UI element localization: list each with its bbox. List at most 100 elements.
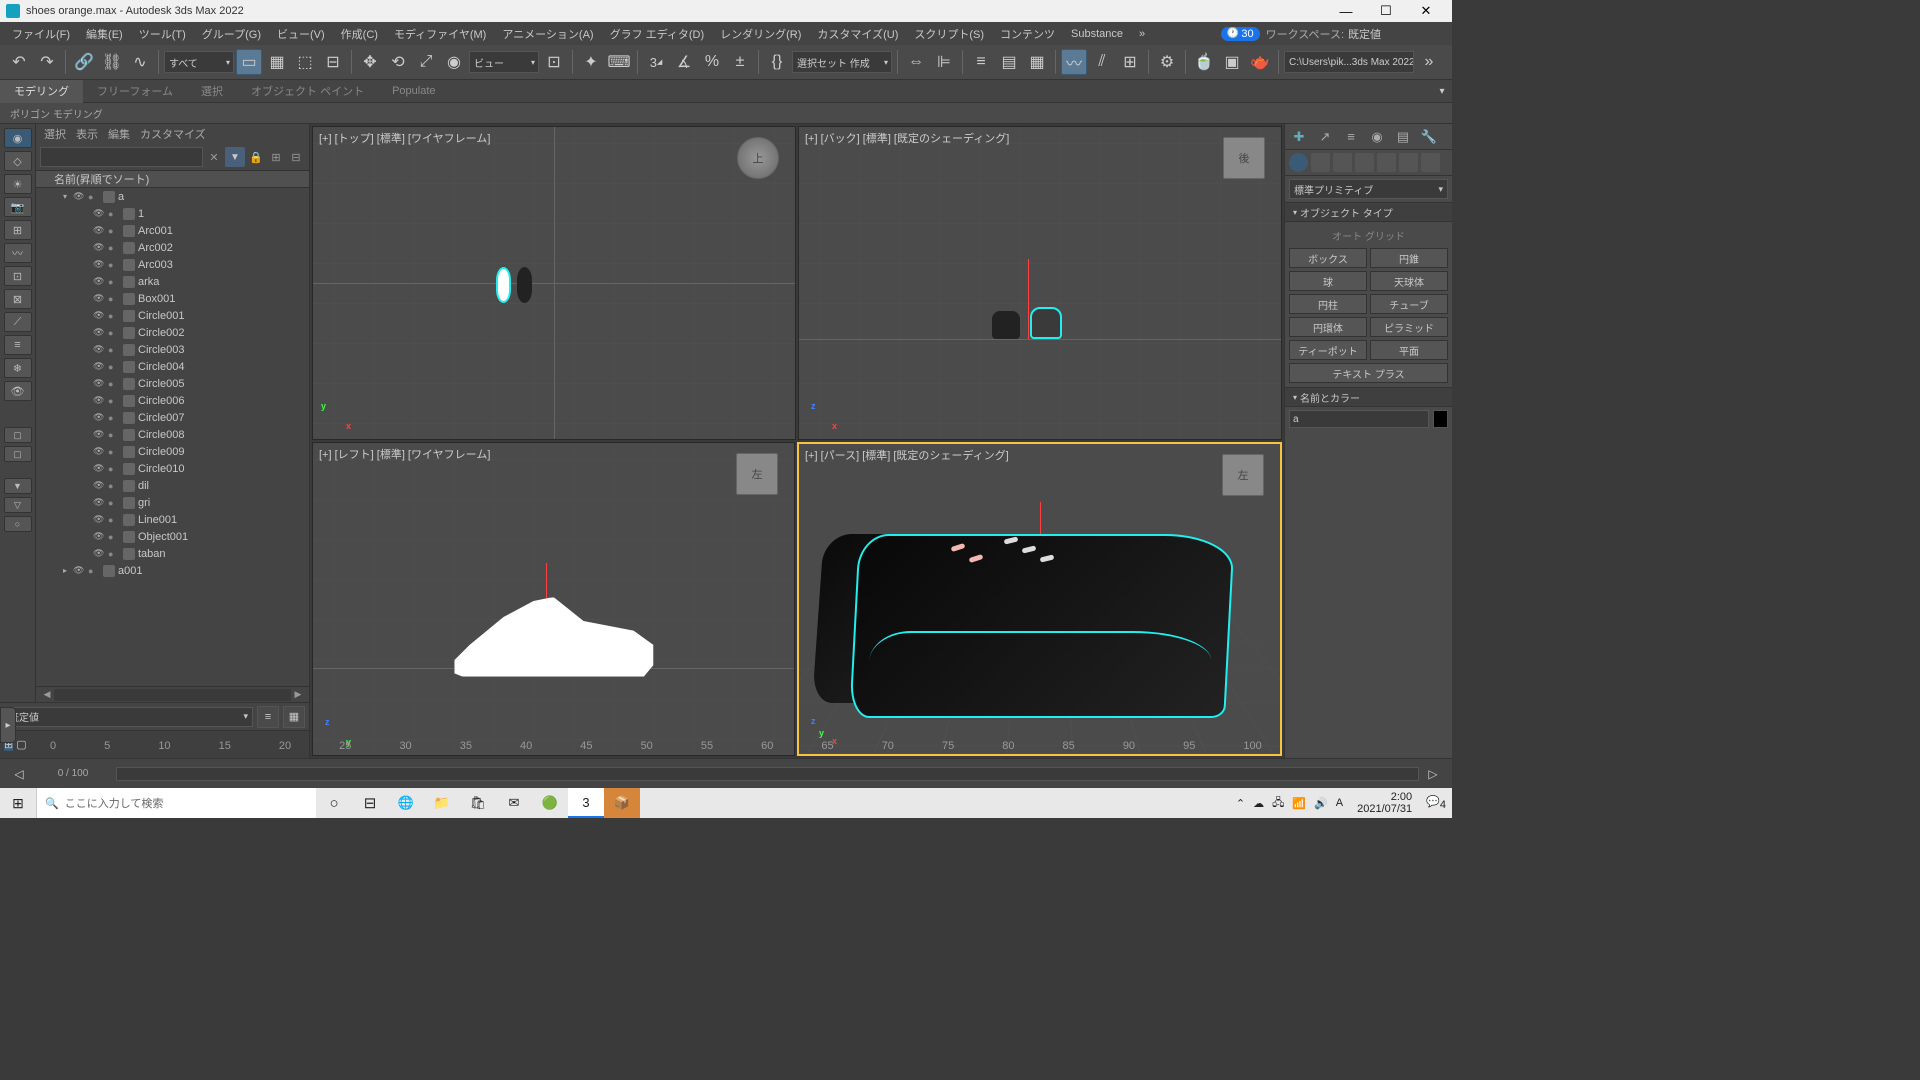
scene-search-input[interactable] (40, 147, 203, 167)
tray-up-icon[interactable]: ⌃ (1236, 797, 1245, 810)
time-slider-track[interactable] (116, 767, 1419, 781)
percent-snap-button[interactable]: % (699, 49, 725, 75)
primitive-button[interactable]: 円錐 (1370, 248, 1448, 268)
opt5-icon[interactable]: ○ (4, 516, 32, 532)
redo-button[interactable]: ↷ (34, 49, 60, 75)
manipulate-button[interactable]: ✦ (578, 49, 604, 75)
layer-button[interactable]: ≡ (968, 49, 994, 75)
selection-filter-combo[interactable]: すべて (164, 51, 234, 73)
layer-toggle-icon[interactable]: ≡ (257, 706, 279, 728)
shapes-cat-icon[interactable] (1311, 153, 1330, 172)
expand-icon[interactable]: ⊞ (267, 148, 285, 166)
list-item[interactable]: 👁●1 (36, 205, 309, 222)
viewport-single-button[interactable]: ▢ (16, 738, 26, 751)
taskbar-search[interactable]: 🔍 ここに入力して検索 (36, 788, 316, 818)
menu-item[interactable]: コンテンツ (992, 22, 1063, 45)
menu-item[interactable]: グラフ エディタ(D) (602, 22, 713, 45)
viewport-top[interactable]: [+] [トップ] [標準] [ワイヤフレーム] 上 yx (312, 126, 796, 440)
selection-set-combo[interactable]: 選択セット 作成 (792, 51, 892, 73)
store-icon[interactable]: 🛍 (460, 788, 496, 818)
material-button[interactable]: ⚙ (1154, 49, 1180, 75)
file-path[interactable]: C:\Users\pik...3ds Max 2022 (1284, 51, 1414, 73)
scale-button[interactable]: ⤢ (413, 49, 439, 75)
list-item[interactable]: 👁●Circle002 (36, 324, 309, 341)
keyboard-button[interactable]: ⌨ (606, 49, 632, 75)
bind-button[interactable]: ∿ (127, 49, 153, 75)
filter-lights-icon[interactable]: ☀ (4, 174, 32, 194)
scene-explorer-button[interactable]: ▤ (996, 49, 1022, 75)
display-all-icon[interactable]: 👁 (4, 381, 32, 401)
render-button[interactable]: 🫖 (1247, 49, 1273, 75)
filter-misc-icon[interactable]: ≡ (4, 335, 32, 355)
primitive-button[interactable]: 円柱 (1289, 294, 1367, 314)
chrome-icon[interactable]: 🟢 (532, 788, 568, 818)
scene-list-header[interactable]: 名前(昇順でソート) (36, 170, 309, 188)
ribbon-button[interactable]: ▦ (1024, 49, 1050, 75)
next-key-button[interactable]: ▷ (1422, 763, 1444, 785)
se-tab[interactable]: 選択 (44, 126, 66, 142)
opt2-icon[interactable]: ▢ (4, 446, 32, 462)
edit-selection-set-button[interactable]: {} (764, 49, 790, 75)
list-item[interactable]: 👁●Circle003 (36, 341, 309, 358)
viewcube-icon[interactable]: 左 (736, 453, 778, 495)
start-button[interactable]: ⊞ (0, 788, 36, 818)
warps-cat-icon[interactable] (1399, 153, 1418, 172)
ribbon-tab[interactable]: フリーフォーム (83, 80, 187, 103)
lights-cat-icon[interactable] (1333, 153, 1352, 172)
filter-geometry-icon[interactable]: ◉ (4, 128, 32, 148)
list-item[interactable]: 👁●Box001 (36, 290, 309, 307)
menu-item[interactable]: グループ(G) (194, 22, 269, 45)
menu-item[interactable]: Substance (1063, 22, 1131, 45)
menu-item[interactable]: ビュー(V) (269, 22, 333, 45)
window-crossing-button[interactable]: ⊟ (320, 49, 346, 75)
network-icon[interactable]: 🖧 (1272, 794, 1284, 813)
list-item[interactable]: 👁●Circle010 (36, 460, 309, 477)
angle-snap-button[interactable]: ∡ (671, 49, 697, 75)
list-item[interactable]: 👁●Circle006 (36, 392, 309, 409)
explorer-icon[interactable]: 📁 (424, 788, 460, 818)
list-item[interactable]: 👁●Circle004 (36, 358, 309, 375)
primitive-button[interactable]: テキスト プラス (1289, 363, 1448, 383)
render-setup-button[interactable]: 🍵 (1191, 49, 1217, 75)
render-frame-button[interactable]: ▣ (1219, 49, 1245, 75)
cortana-icon[interactable]: ○ (316, 788, 352, 818)
filter-hidden-icon[interactable]: ❄ (4, 358, 32, 378)
lock-icon[interactable]: 🔒 (247, 148, 265, 166)
schematic-button[interactable]: ⊞ (1117, 49, 1143, 75)
list-item[interactable]: 👁●Circle001 (36, 307, 309, 324)
name-color-rollout[interactable]: 名前とカラー (1285, 387, 1452, 407)
menu-item[interactable]: カスタマイズ(U) (809, 22, 906, 45)
scene-scroll-h[interactable]: ◀▶ (36, 686, 309, 702)
clear-search-icon[interactable]: ✕ (205, 148, 223, 166)
primitive-button[interactable]: ピラミッド (1370, 317, 1448, 337)
list-item[interactable]: 👁●Circle009 (36, 443, 309, 460)
move-button[interactable]: ✥ (357, 49, 383, 75)
ime-icon[interactable]: A (1336, 797, 1343, 809)
cameras-cat-icon[interactable] (1355, 153, 1374, 172)
menu-item[interactable]: 作成(C) (333, 22, 386, 45)
search-filter-icon[interactable]: ▼ (225, 147, 245, 167)
list-item[interactable]: 👁●Object001 (36, 528, 309, 545)
filter-cameras-icon[interactable]: 📷 (4, 197, 32, 217)
ribbon-tab[interactable]: 選択 (187, 80, 237, 103)
ribbon-sub-label[interactable]: ポリゴン モデリング (0, 103, 1452, 124)
prev-key-button[interactable]: ◁ (8, 763, 30, 785)
menu-item[interactable]: アニメーション(A) (494, 22, 601, 45)
minimize-button[interactable]: — (1326, 0, 1366, 22)
taskbar-clock[interactable]: 2:002021/07/31 (1351, 791, 1418, 815)
viewport-perspective[interactable]: [+] [パース] [標準] [既定のシェーディング] 左 zxy (797, 442, 1282, 756)
primitive-button[interactable]: 円環体 (1289, 317, 1367, 337)
filter-shapes-icon[interactable]: ◇ (4, 151, 32, 171)
unlink-button[interactable]: ⛓ (99, 49, 125, 75)
notification-icon[interactable]: 💬4 (1426, 795, 1446, 811)
select-region-button[interactable]: ⬚ (292, 49, 318, 75)
opt3-icon[interactable]: ▼ (4, 478, 32, 494)
viewcube-icon[interactable]: 左 (1222, 454, 1264, 496)
primitive-button[interactable]: ボックス (1289, 248, 1367, 268)
rotate-button[interactable]: ⟲ (385, 49, 411, 75)
onedrive-icon[interactable]: ☁ (1253, 797, 1264, 810)
filter-helpers-icon[interactable]: ⊞ (4, 220, 32, 240)
menu-overflow[interactable]: » (1131, 22, 1153, 45)
viewport-left[interactable]: [+] [レフト] [標準] [ワイヤフレーム] 左 zy (312, 442, 795, 756)
placement-button[interactable]: ◉ (441, 49, 467, 75)
